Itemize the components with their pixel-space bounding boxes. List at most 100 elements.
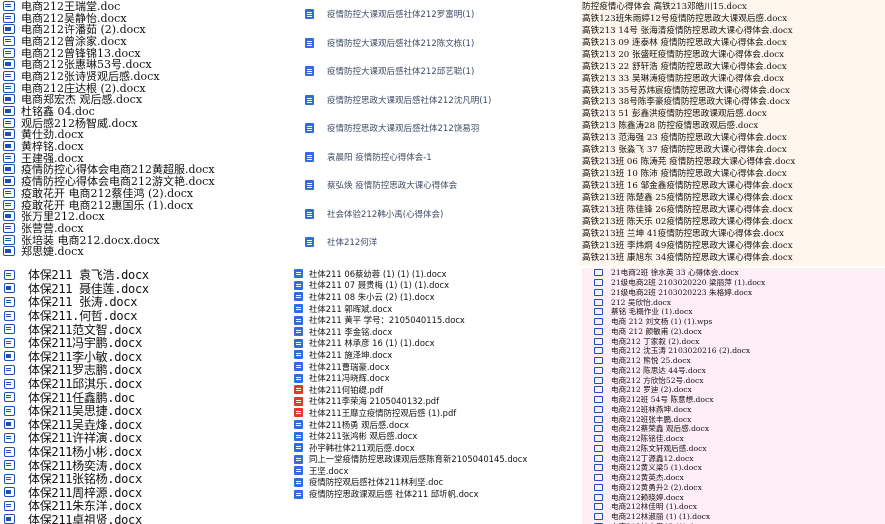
file-item[interactable]: 高铁213 20 张盛旺疫情防控思政大课心得体会.docx <box>580 48 885 60</box>
file-item[interactable]: 杜铭鑫 04.doc <box>0 105 293 117</box>
file-item[interactable]: 疫情防控心得体会电商212游文艳.docx <box>0 175 293 187</box>
file-item[interactable]: 体保211卓祖贤.docx <box>0 513 285 524</box>
file-item[interactable]: 电商212王瑞堂.doc <box>0 0 293 12</box>
file-item[interactable]: 高铁213 38号陈李豪疫情防控思政大课心得体会.docx <box>580 96 885 107</box>
file-item[interactable]: 同上一堂疫情防控思政课观后感陈育新2105040145.docx <box>288 454 580 466</box>
file-item[interactable]: 电商212林佳明 (1).docx <box>582 502 885 512</box>
file-item[interactable]: 蔡铭 毛概作业 (1).docx <box>582 307 885 317</box>
file-item[interactable]: 电商212陈铭佳.docx <box>582 434 885 444</box>
file-item[interactable]: 社体211李荣海 2105040132.pdf <box>288 396 580 408</box>
file-item[interactable]: 高铁213班 李炜炯 49疫情防控思政大课心得体会.docx <box>580 239 885 251</box>
file-item[interactable]: 体保211朱东洋.docx <box>0 499 285 513</box>
file-item[interactable]: 电商212 方欣怡52号.docx <box>582 375 885 385</box>
file-item[interactable]: 体保211任鑫鹏.doc <box>0 390 285 404</box>
file-item[interactable]: 体保211罗志鹏.docx <box>0 363 285 377</box>
file-item[interactable]: 疫情防控思政大课观后感社体212饶易羽 <box>295 114 578 143</box>
file-item[interactable]: 体保211杨奕涛.docx <box>0 458 285 472</box>
file-item[interactable]: 社体211 郭晖斌.docx <box>288 303 580 315</box>
file-item[interactable]: 高铁213班 16 邹金鑫疫情防控思政大课心得体会.docx <box>580 179 885 191</box>
file-item[interactable]: 疫情防控大课观后感社体212罗富明(1) <box>295 0 578 29</box>
file-item[interactable]: 社体211张鸿彬 观后感.docx <box>288 430 580 442</box>
file-item[interactable]: 高铁213 35号苏炜宸疫情防控思政大课心得体会.docx <box>580 84 885 96</box>
file-item[interactable]: 社体211何铂缇.pdf <box>288 384 580 396</box>
file-item[interactable]: 社会体验212韩小禹(心得体会) <box>295 200 578 229</box>
file-item[interactable]: 高铁213班 10 陈沛 疫情防控思政大课心得体会.docx <box>580 167 885 179</box>
file-item[interactable]: 体保211吴垚烽.docx <box>0 418 285 431</box>
file-item[interactable]: 疫敢花开 电商212蔡佳鸿 (2).docx <box>0 187 293 199</box>
file-item[interactable]: 高铁123班朱雨婷12号疫情防控思政大课观后感.docx <box>580 12 885 24</box>
file-item[interactable]: 电商212班张丰鹏.docx <box>582 414 885 424</box>
file-item[interactable]: 电商212蔡荣鑫 观后感.docx <box>582 424 885 434</box>
file-item[interactable]: 疫情防控心得体会电商212黄超服.docx <box>0 164 293 175</box>
file-item[interactable]: 社体211冯晓辉.docx <box>288 372 580 384</box>
file-item[interactable]: 王建强.docx <box>0 152 293 164</box>
file-item[interactable]: 高铁213班 06 陈涛芫 疫情防控思政大课心得体会.docx <box>580 155 885 167</box>
file-item[interactable]: 电商212吴静怡.docx <box>0 12 293 23</box>
file-item[interactable]: 社体211 黄平 学号：2105040115.docx <box>288 314 580 326</box>
file-item[interactable]: 体保211许祥演.docx <box>0 431 285 445</box>
file-item[interactable]: 社体212何洋 <box>295 228 578 257</box>
file-item[interactable]: 电商郑宏杰 观后感.docx <box>0 94 293 105</box>
file-item[interactable]: 212 吴欣怡.docx <box>582 297 885 307</box>
file-item[interactable]: 体保211 聂佳莲.docx <box>0 282 285 295</box>
file-item[interactable]: 电商212班 54号 陈意想.docx <box>582 395 885 405</box>
file-item[interactable]: 高铁213 51 彭鑫洪疫情防控思政课观后感.docx <box>580 107 885 119</box>
file-item[interactable]: 蔡弘焕 疫情防控思政大课心得体会 <box>295 171 578 200</box>
file-item[interactable]: 社体212吕志浩 <box>295 257 578 266</box>
file-item[interactable]: 高铁213 33 吴琳涛疫情防控思政大课心得体会.docx <box>580 72 885 84</box>
file-item[interactable]: 电商212张诗贤观后感.docx <box>0 70 293 82</box>
file-item[interactable]: 电商212赖晓婷.docx <box>582 492 885 502</box>
file-item[interactable]: 电商212 熊悦 25.docx <box>582 356 885 366</box>
file-item[interactable]: 社体211曹瑞豪.docx <box>288 361 580 373</box>
file-item[interactable]: 张培装 电商212.docx.docx <box>0 234 293 245</box>
file-item[interactable]: 社体211王靡立疫情防控观后感 (1).pdf <box>288 407 580 419</box>
file-item[interactable]: 电商212许潘茹 (2).docx <box>0 23 293 35</box>
file-item[interactable]: 高铁213班 兰坤 41疫情防控思政大课心得体会.docx <box>580 227 885 239</box>
file-item[interactable]: 电商212曾锋锦13.docx <box>0 47 293 58</box>
file-item[interactable]: 电商212黄勇升2 (2).docx <box>582 483 885 493</box>
file-item[interactable]: 电商212陈文轩观后感.docx <box>582 444 885 454</box>
file-item[interactable]: 疫情防控大课观后感社体212邱艺聪(1) <box>295 57 578 86</box>
file-item[interactable]: 体保211周梓源.docx <box>0 486 285 499</box>
file-item[interactable]: 电商212黄英杰.docx <box>582 473 885 483</box>
file-item[interactable]: 社体211 林承彦 16 (1) (1).docx <box>288 338 580 350</box>
file-item[interactable]: 社体211 08 朱小云 (2) (1).docx <box>288 291 580 303</box>
file-item[interactable]: 电商212 沈玉涛 2103020216 (2).docx <box>582 346 885 356</box>
file-item[interactable]: 高铁213 陈鑫涛28 防控疫情思政观后感.docx <box>580 119 885 131</box>
file-item[interactable]: 电商212曾涂家.docx <box>0 35 293 47</box>
file-item[interactable]: 体保211李小敏.docx <box>0 350 285 363</box>
file-item[interactable]: 体保211范文智.docx <box>0 322 285 336</box>
file-item[interactable]: 高铁213 张淼飞 37 疫情防控思政大课心得体会.docx <box>580 143 885 155</box>
file-item[interactable]: 黄仕劲.docx <box>0 129 293 140</box>
file-item[interactable]: 21级电商2班 2103020223 朱格婷.docx <box>582 288 885 298</box>
file-item[interactable]: 高铁213班 陈天乐 02疫情防控思政大课心得体会.docx <box>580 215 885 227</box>
file-item[interactable]: 电商212班林燕坤.docx <box>582 405 885 415</box>
file-item[interactable]: 防控疫情心得体会 高铁213邓皓川15.docx <box>580 0 885 12</box>
file-item[interactable]: 体保211 袁飞浩.docx <box>0 268 285 282</box>
file-item[interactable]: 电商212黄义梁5 (1).docx <box>582 463 885 473</box>
file-item[interactable]: 郑思婕.docx <box>0 245 293 257</box>
file-item[interactable]: 高铁213班 陈楚鑫 25疫情防控思政大课心得体会.docx <box>580 191 885 203</box>
file-item[interactable]: 疫敢花开 电商212惠国乐 (1).docx <box>0 199 293 210</box>
file-item[interactable]: 张营营.docx <box>0 222 293 234</box>
file-item[interactable]: 社体211 06蔡幼蓉 (1) (1) (1).docx <box>288 268 580 280</box>
file-item[interactable]: 王坚.docx <box>288 465 580 477</box>
file-item[interactable]: 高铁213班 康旭东 34疫情防控思政大课心得体会.docx <box>580 251 885 263</box>
file-item[interactable]: 高铁213 22 舒轩浩 疫情防控思政大课心得体会.docx <box>580 60 885 72</box>
file-item[interactable]: 黄梓铭.docx <box>0 140 293 152</box>
file-item[interactable]: 孙宇韩社体211观后感.docx <box>288 442 580 454</box>
file-item[interactable]: 高铁213 14号 张海清疫情防控思政大课心得体会.docx <box>580 24 885 36</box>
file-item[interactable]: 21级电商2班 2103020220 梁丽萍 (1).docx <box>582 278 885 288</box>
file-item[interactable]: 疫情防控大课观后感社体212陈文栋(1) <box>295 29 578 58</box>
file-item[interactable]: 观后感212杨智威.docx <box>0 117 293 129</box>
file-item[interactable]: 电商 212 颜敏甫 (2).docx <box>582 327 885 337</box>
file-item[interactable]: 电商 212 刘文杨 (1) (1).wps <box>582 317 885 327</box>
file-item[interactable]: 21电商2班 徐水英 33 心得体会.docx <box>582 268 885 278</box>
file-item[interactable]: 电商212张惠琳53号.docx <box>0 58 293 70</box>
file-item[interactable]: 电商212林淑丽 (1) (1).docx <box>582 512 885 522</box>
file-item[interactable]: 体保211杨小彬.docx <box>0 445 285 458</box>
file-item[interactable]: 社体211 07 聂贵梅 (1) (1) (1).docx <box>288 280 580 292</box>
file-item[interactable]: 社体211 施泽坤.docx <box>288 349 580 361</box>
file-item[interactable]: 疫情防控思政课观后感 社体211 邱圻帆.docx <box>288 488 580 500</box>
file-item[interactable]: 高铁213班 陈佳锋 26疫情防控思政大课心得体会.docx <box>580 203 885 215</box>
